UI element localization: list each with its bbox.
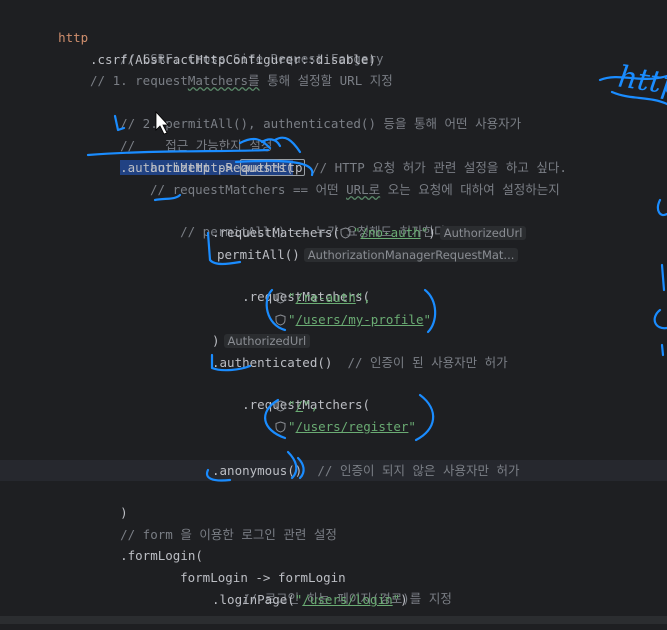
code-line: ) [212,438,250,477]
code-line: .csrf(AbstractHttpConfigurer::disable) [90,49,376,70]
shield-icon [275,292,286,304]
code-line: authHttp -> authHttp // HTTP 요청 허가 관련 설정… [150,157,567,178]
code-token: csrf [97,52,128,67]
url-string[interactable]: /re-auth [296,290,356,305]
url-string[interactable]: / [296,398,304,413]
status-bar [0,616,667,624]
code-token: .requestMatchers( [212,225,340,240]
url-string[interactable]: /users/my-profile [296,312,424,327]
code-line: .authenticated() // 인증이 된 사용자만 허가 [212,352,508,373]
code-line: formLogin -> formLogin [150,546,346,585]
code-line: "/", [275,395,318,416]
code-line: .requestMatchers( [212,265,370,304]
code-token: . [90,52,98,67]
code-comment: // 인증이 된 사용자만 허가 [332,355,508,370]
code-line: .requestMatchers("/no-auth") AuthorizedUr… [212,222,527,243]
shield-icon [275,421,286,433]
code-comment: 통해 설정할 URL 지정 [259,73,393,88]
code-token: authHttp -> [150,160,241,175]
code-line: // 1. requestMatchers를 통해 설정할 URL 지정 [90,70,393,91]
code-line: permitAll() AuthorizationManagerRequestMa… [217,244,519,265]
shield-icon [340,227,351,239]
code-line: // CSRF: Cross Site Request Forgery [90,27,383,66]
type-hint: AuthorizationManagerRequestMat... [303,248,519,262]
code-line: // 로그인 하는 페이지(경로)를 지정 [212,567,452,606]
code-comment: // 인증이 되지 않은 사용자만 허가 [302,463,520,478]
code-line: // permitAll() == 누가 요청해도 허가한다. [150,200,453,239]
shield-icon [275,314,286,326]
code-line: "/users/register" [275,416,416,437]
url-string[interactable]: /no-auth [360,225,420,240]
code-line: .requestMatchers( [212,373,370,412]
code-token: ) [400,592,408,607]
code-token: http [58,30,89,45]
shield-icon [275,400,286,412]
code-line: .formLogin( [90,524,203,563]
code-line: // 2. permitAll(), authenticated() 등을 통해… [90,92,521,131]
code-comment: URL로 [346,182,381,197]
code-token: ) [212,333,220,348]
url-string[interactable]: /users/register [296,419,409,434]
code-token: (AbstractHttpConfigurer::disable) [127,52,376,67]
type-hint: AuthorizedUrl [223,334,311,348]
code-line: "/users/my-profile" [275,309,431,330]
code-editor[interactable]: http // CSRF: Cross Site Request Forgery… [0,0,667,616]
code-line: ) [90,481,128,520]
code-line: .authorizeHttpRequests( [90,136,294,175]
code-comment: // requestMatchers == 어떤 [150,182,347,197]
code-token: authHttp [240,159,305,176]
code-comment: Matchers를 [187,73,260,88]
code-token: .anonymous() [212,463,303,478]
url-string[interactable]: /users/login [302,592,392,607]
code-token: .loginPage( [212,592,295,607]
code-token: ) [428,225,436,240]
code-line: // 접근 가능한지 설정 [90,114,272,153]
code-comment: // 1. request [90,73,188,88]
code-line: http [28,6,88,45]
code-line: ) AuthorizedUrl [212,330,311,351]
code-line-current: .anonymous() // 인증이 되지 않은 사용자만 허가 [0,460,667,481]
code-comment: 오는 요청에 대하여 설정하는지 [380,182,560,197]
code-line: "/re-auth", [275,287,371,308]
code-line: .loginPage("/users/login") [212,592,408,607]
code-line: // form 을 이용한 로그인 관련 설정 [90,503,337,542]
code-comment: // HTTP 요청 허가 관련 설정을 하고 싶다. [304,160,567,175]
code-line: // requestMatchers == 어떤 URL로 오는 요청에 대하여… [150,179,560,200]
type-hint: AuthorizedUrl [439,226,527,240]
code-token: permitAll() [217,247,300,262]
code-token: .authenticated() [212,355,333,370]
